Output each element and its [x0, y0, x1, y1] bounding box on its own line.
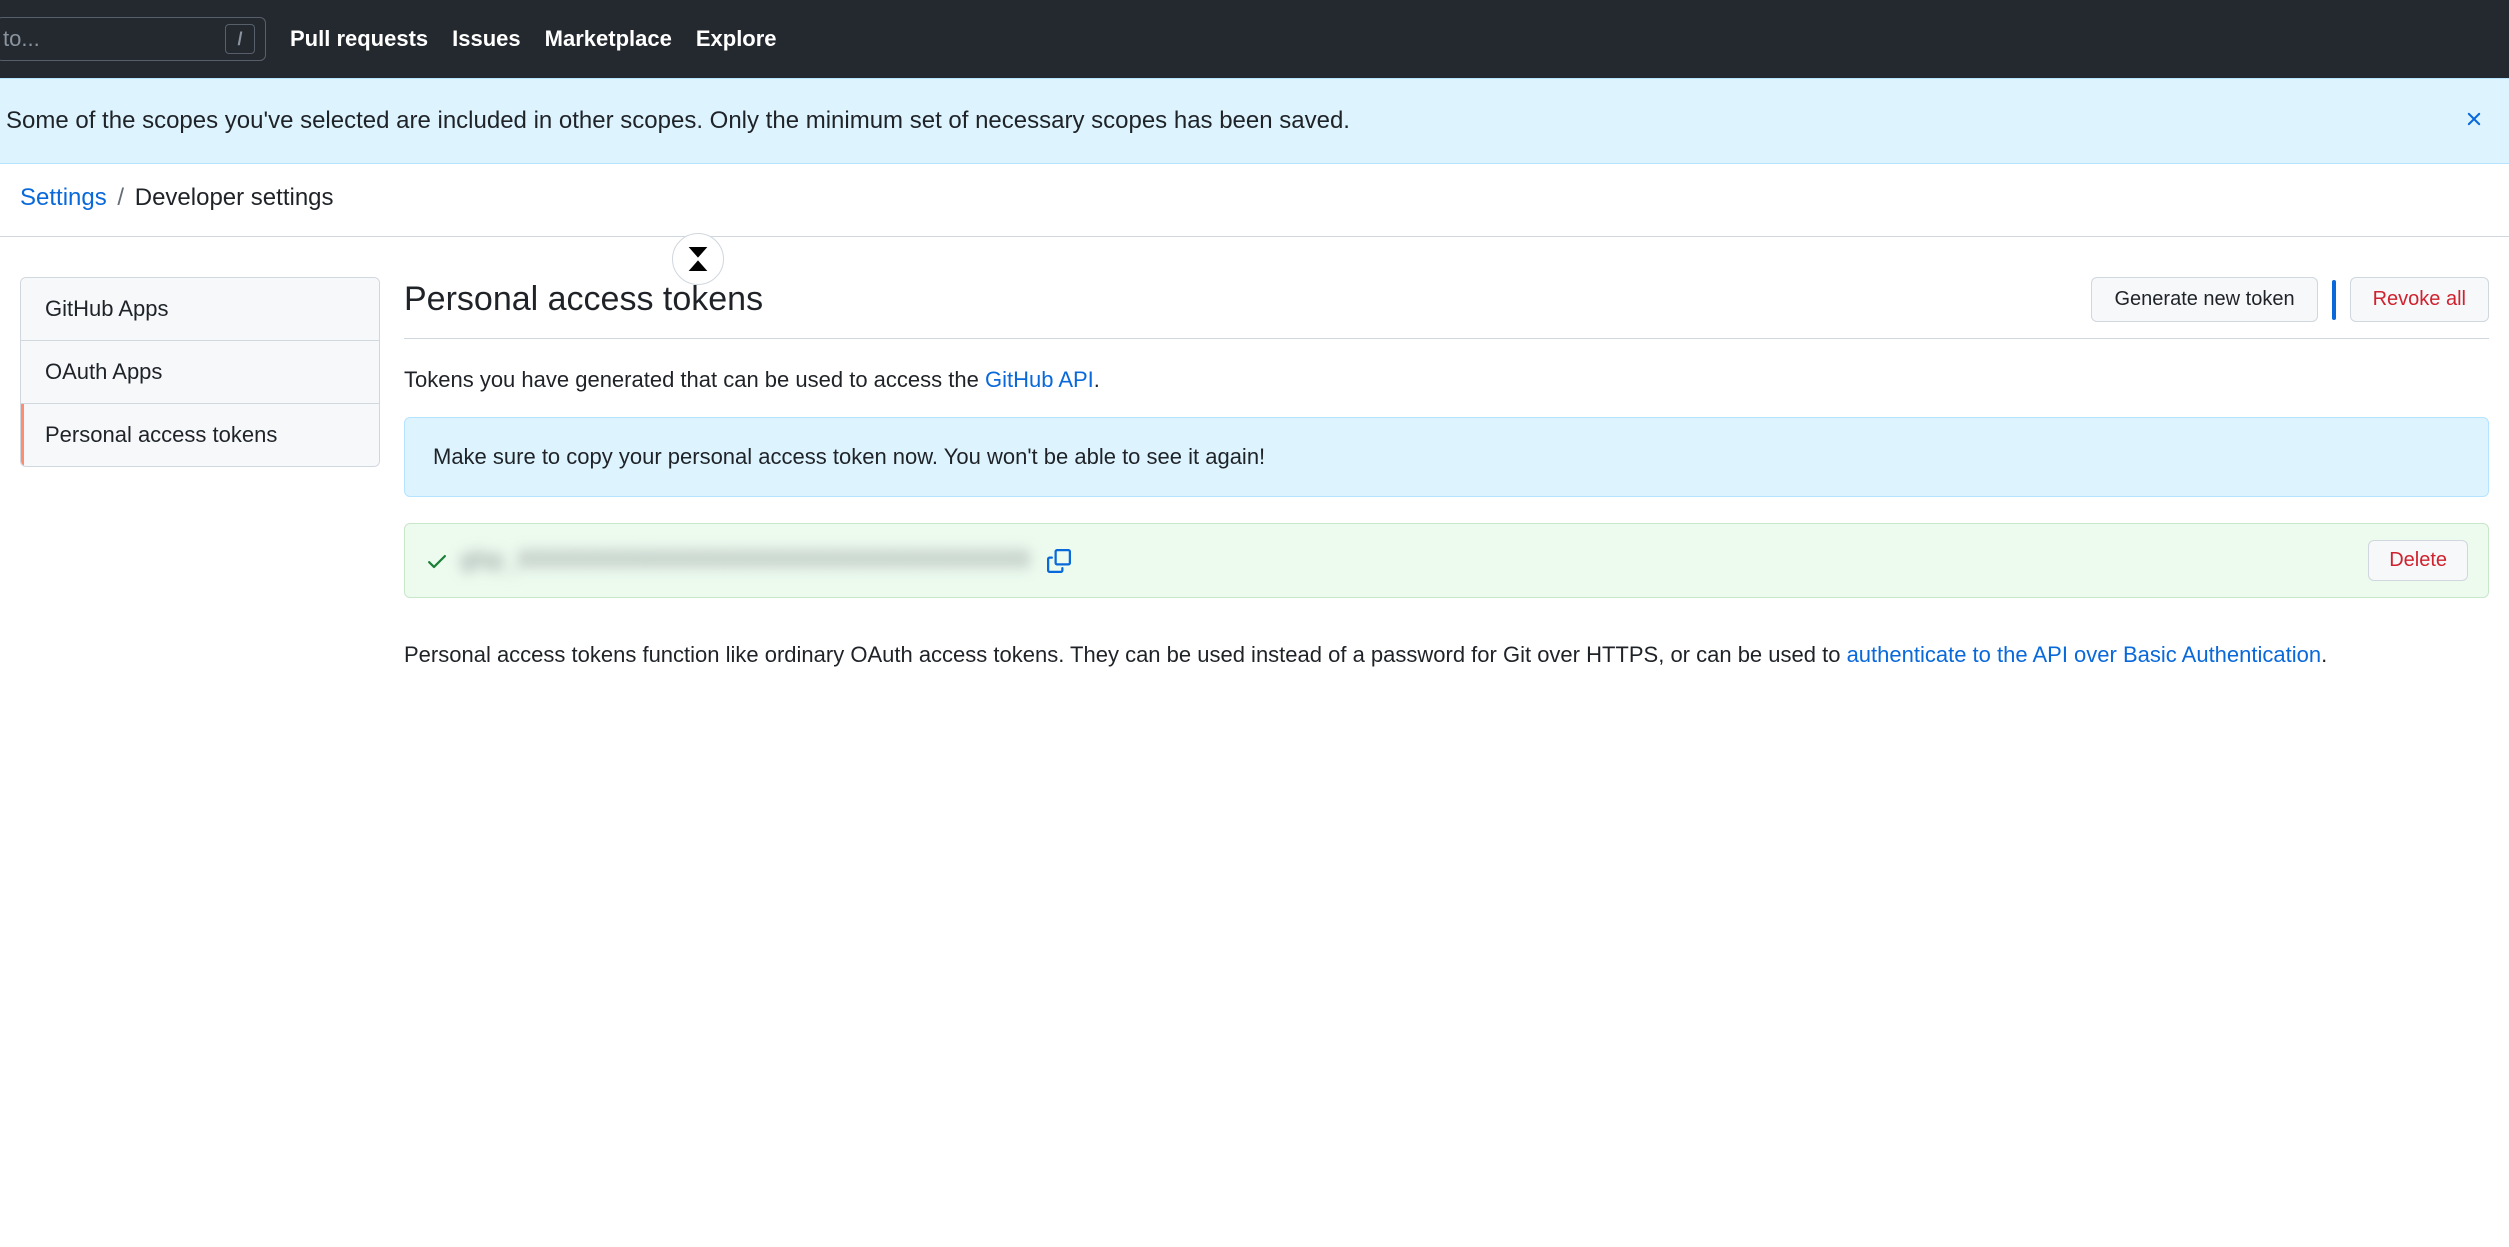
breadcrumb: Settings / Developer settings — [0, 164, 2509, 237]
vertical-separator — [2332, 280, 2336, 320]
nav-issues[interactable]: Issues — [452, 26, 521, 52]
breadcrumb-settings-link[interactable]: Settings — [20, 184, 107, 211]
sidebar-item-label: OAuth Apps — [45, 359, 162, 384]
top-nav: / Pull requests Issues Marketplace Explo… — [0, 0, 2509, 78]
sidebar-item-github-apps[interactable]: GitHub Apps — [21, 278, 379, 341]
nav-pull-requests[interactable]: Pull requests — [290, 26, 428, 52]
token-value: ghp_XXXXXXXXXXXXXXXXXXXXXXXXXXXXXXXXXXXX — [461, 548, 1031, 573]
copy-warning-text: Make sure to copy your personal access t… — [433, 444, 1265, 469]
sidebar: GitHub Apps OAuth Apps Personal access t… — [20, 277, 380, 671]
footer-text: Personal access tokens function like ord… — [404, 638, 2489, 671]
check-icon — [425, 549, 449, 573]
delete-token-button[interactable]: Delete — [2368, 540, 2468, 581]
sidebar-box: GitHub Apps OAuth Apps Personal access t… — [20, 277, 380, 467]
sidebar-item-label: Personal access tokens — [45, 422, 277, 447]
sidebar-item-oauth-apps[interactable]: OAuth Apps — [21, 341, 379, 404]
basic-auth-link[interactable]: authenticate to the API over Basic Authe… — [1847, 642, 2322, 667]
search-wrap[interactable]: / — [0, 17, 266, 61]
nav-explore[interactable]: Explore — [696, 26, 777, 52]
copy-token-button[interactable] — [1047, 549, 1071, 573]
flash-close-button[interactable] — [2459, 103, 2489, 139]
generate-new-token-button[interactable]: Generate new token — [2091, 277, 2317, 322]
overlay-badge — [672, 233, 724, 285]
header-actions: Generate new token Revoke all — [2091, 277, 2489, 322]
main: GitHub Apps OAuth Apps Personal access t… — [0, 237, 2509, 711]
page-title: Personal access tokens — [404, 280, 763, 319]
slash-key-hint: / — [225, 24, 255, 54]
sidebar-item-personal-access-tokens[interactable]: Personal access tokens — [21, 404, 379, 466]
nav-links: Pull requests Issues Marketplace Explore — [290, 26, 777, 52]
intro-before: Tokens you have generated that can be us… — [404, 367, 985, 392]
hourglass-x-icon — [682, 243, 714, 275]
content-header: Personal access tokens Generate new toke… — [404, 277, 2489, 339]
intro-text: Tokens you have generated that can be us… — [404, 367, 2489, 393]
github-api-link[interactable]: GitHub API — [985, 367, 1094, 392]
content: Personal access tokens Generate new toke… — [404, 277, 2489, 671]
flash-banner: Some of the scopes you've selected are i… — [0, 78, 2509, 164]
search-input[interactable] — [3, 26, 225, 52]
flash-message: Some of the scopes you've selected are i… — [6, 107, 1350, 135]
sidebar-item-label: GitHub Apps — [45, 296, 169, 321]
revoke-all-button[interactable]: Revoke all — [2350, 277, 2489, 322]
token-row: ghp_XXXXXXXXXXXXXXXXXXXXXXXXXXXXXXXXXXXX… — [404, 523, 2489, 598]
copy-warning-banner: Make sure to copy your personal access t… — [404, 417, 2489, 497]
intro-after: . — [1094, 367, 1100, 392]
close-icon — [2463, 108, 2485, 130]
copy-icon — [1047, 549, 1071, 573]
nav-marketplace[interactable]: Marketplace — [545, 26, 672, 52]
breadcrumb-sep: / — [117, 184, 124, 211]
breadcrumb-current: Developer settings — [135, 184, 334, 211]
footer-before: Personal access tokens function like ord… — [404, 642, 1847, 667]
footer-after: . — [2321, 642, 2327, 667]
